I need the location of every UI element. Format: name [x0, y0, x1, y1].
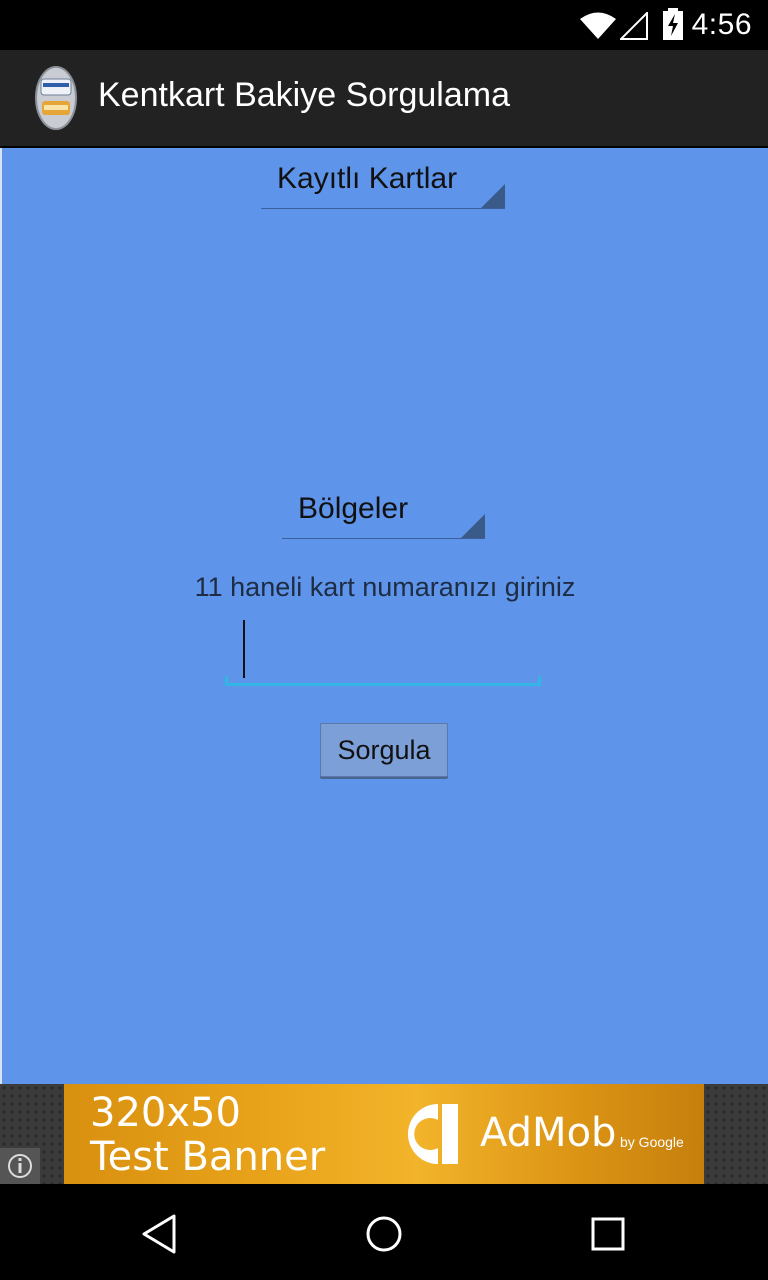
- input-underline-left-tick: [225, 676, 228, 686]
- saved-cards-spinner[interactable]: Kayıtlı Kartlar: [261, 148, 505, 209]
- back-icon[interactable]: [134, 1208, 186, 1260]
- ad-size-text: 320x50: [90, 1090, 241, 1136]
- dropdown-arrow-icon: [481, 184, 505, 208]
- ad-brand-text: AdMob: [480, 1110, 617, 1156]
- app-title: Kentkart Bakiye Sorgulama: [98, 76, 510, 114]
- action-bar: Kentkart Bakiye Sorgulama: [0, 50, 768, 146]
- admob-logo-icon: [408, 1104, 458, 1164]
- recents-icon[interactable]: [582, 1208, 634, 1260]
- info-icon: [8, 1154, 32, 1178]
- card-number-prompt: 11 haneli kart numaranızı giriniz: [194, 572, 576, 602]
- ad-sub-text: Test Banner: [90, 1134, 326, 1180]
- card-number-input[interactable]: [225, 618, 541, 686]
- input-underline: [225, 683, 541, 686]
- ad-info-button[interactable]: [0, 1148, 40, 1184]
- regions-spinner[interactable]: Bölgeler: [282, 478, 485, 539]
- ad-by-google-text: by Google: [620, 1134, 684, 1150]
- kentkart-card-icon: [35, 66, 77, 130]
- home-icon[interactable]: [358, 1208, 410, 1260]
- status-bar: 4:56: [0, 0, 768, 50]
- regions-spinner-label: Bölgeler: [298, 492, 409, 525]
- battery-charging-icon: [663, 8, 683, 40]
- input-underline-right-tick: [538, 676, 541, 686]
- text-cursor: [243, 620, 245, 678]
- signal-icon: [620, 12, 648, 40]
- dropdown-arrow-icon: [461, 514, 485, 538]
- ad-banner[interactable]: 320x50 Test Banner AdMob by Google: [64, 1084, 704, 1184]
- nav-bar: [0, 1184, 768, 1280]
- main-content: Kayıtlı Kartlar Bölgeler 11 haneli kart …: [2, 148, 768, 1084]
- query-button[interactable]: Sorgula: [320, 723, 448, 777]
- wifi-icon: [580, 12, 616, 39]
- saved-cards-spinner-label: Kayıtlı Kartlar: [277, 162, 458, 195]
- status-time: 4:56: [691, 8, 752, 41]
